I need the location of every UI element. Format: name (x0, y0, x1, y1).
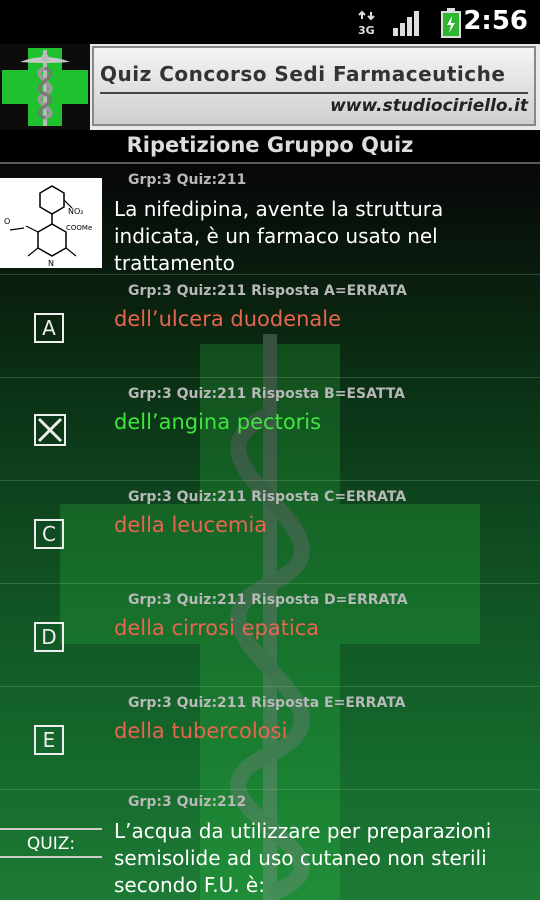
clock: 2:56 (463, 6, 528, 36)
battery-charging-icon (441, 8, 461, 38)
answer-text: della tubercolosi (114, 719, 288, 743)
page-title: Ripetizione Gruppo Quiz (0, 130, 540, 164)
svg-text:N: N (48, 259, 54, 268)
status-bar: 3G 2:56 (0, 0, 540, 44)
answer-row-b[interactable]: Grp:3 Quiz:211 Risposta B=ESATTA dell’an… (0, 378, 540, 481)
answer-letter-e[interactable]: E (34, 725, 64, 755)
banner-divider (100, 92, 528, 94)
quiz-list[interactable]: NO₂ N COOMe O Grp:3 Quiz:211 La nifedipi… (0, 164, 540, 900)
question-row[interactable]: NO₂ N COOMe O Grp:3 Quiz:211 La nifedipi… (0, 164, 540, 275)
answer-letter-d[interactable]: D (34, 622, 64, 652)
app-banner: Quiz Concorso Sedi Farmaceutiche www.stu… (0, 44, 540, 130)
3g-data-icon: 3G (358, 10, 375, 36)
answer-text: dell’angina pectoris (114, 410, 322, 434)
answer-row-d[interactable]: Grp:3 Quiz:211 Risposta D=ERRATA D della… (0, 584, 540, 687)
question-row[interactable]: Grp:3 Quiz:212 QUIZ: L’acqua da utilizza… (0, 790, 540, 900)
signal-icon (393, 11, 419, 36)
answer-meta: Grp:3 Quiz:211 Risposta B=ESATTA (128, 386, 406, 402)
answer-letter-c[interactable]: C (34, 519, 64, 549)
answer-text: dell’ulcera duodenale (114, 307, 342, 331)
website-link[interactable]: www.studiociriello.it (330, 96, 528, 116)
answer-row-e[interactable]: Grp:3 Quiz:211 Risposta E=ERRATA E della… (0, 687, 540, 790)
pharmacy-cross-caduceus-logo (0, 44, 90, 130)
answer-meta: Grp:3 Quiz:211 Risposta D=ERRATA (128, 592, 408, 608)
question-meta: Grp:3 Quiz:212 (128, 794, 247, 810)
answer-meta: Grp:3 Quiz:211 Risposta E=ERRATA (128, 695, 406, 711)
banner-panel: Quiz Concorso Sedi Farmaceutiche www.stu… (92, 46, 536, 126)
answer-letter-a[interactable]: A (34, 313, 64, 343)
app-title: Quiz Concorso Sedi Farmaceutiche (100, 62, 506, 86)
correct-answer-checkbox-icon[interactable] (34, 414, 66, 446)
svg-text:3G: 3G (358, 24, 375, 36)
question-text: L’acqua da utilizzare per preparazioni s… (114, 819, 492, 897)
svg-text:O: O (4, 217, 10, 226)
chemical-structure-image: NO₂ N COOMe O (0, 178, 102, 268)
quiz-label: QUIZ: (0, 828, 102, 858)
answer-text: della leucemia (114, 513, 268, 537)
svg-text:COOMe: COOMe (66, 224, 92, 232)
answer-row-c[interactable]: Grp:3 Quiz:211 Risposta C=ERRATA C della… (0, 481, 540, 584)
svg-text:NO₂: NO₂ (68, 207, 84, 216)
answer-text: della cirrosi epatica (114, 616, 320, 640)
answer-meta: Grp:3 Quiz:211 Risposta C=ERRATA (128, 489, 407, 505)
question-text: La nifedipina, avente la struttura indic… (114, 197, 444, 275)
answer-meta: Grp:3 Quiz:211 Risposta A=ERRATA (128, 283, 407, 299)
answer-row-a[interactable]: Grp:3 Quiz:211 Risposta A=ERRATA A dell’… (0, 275, 540, 378)
question-meta: Grp:3 Quiz:211 (128, 172, 247, 188)
